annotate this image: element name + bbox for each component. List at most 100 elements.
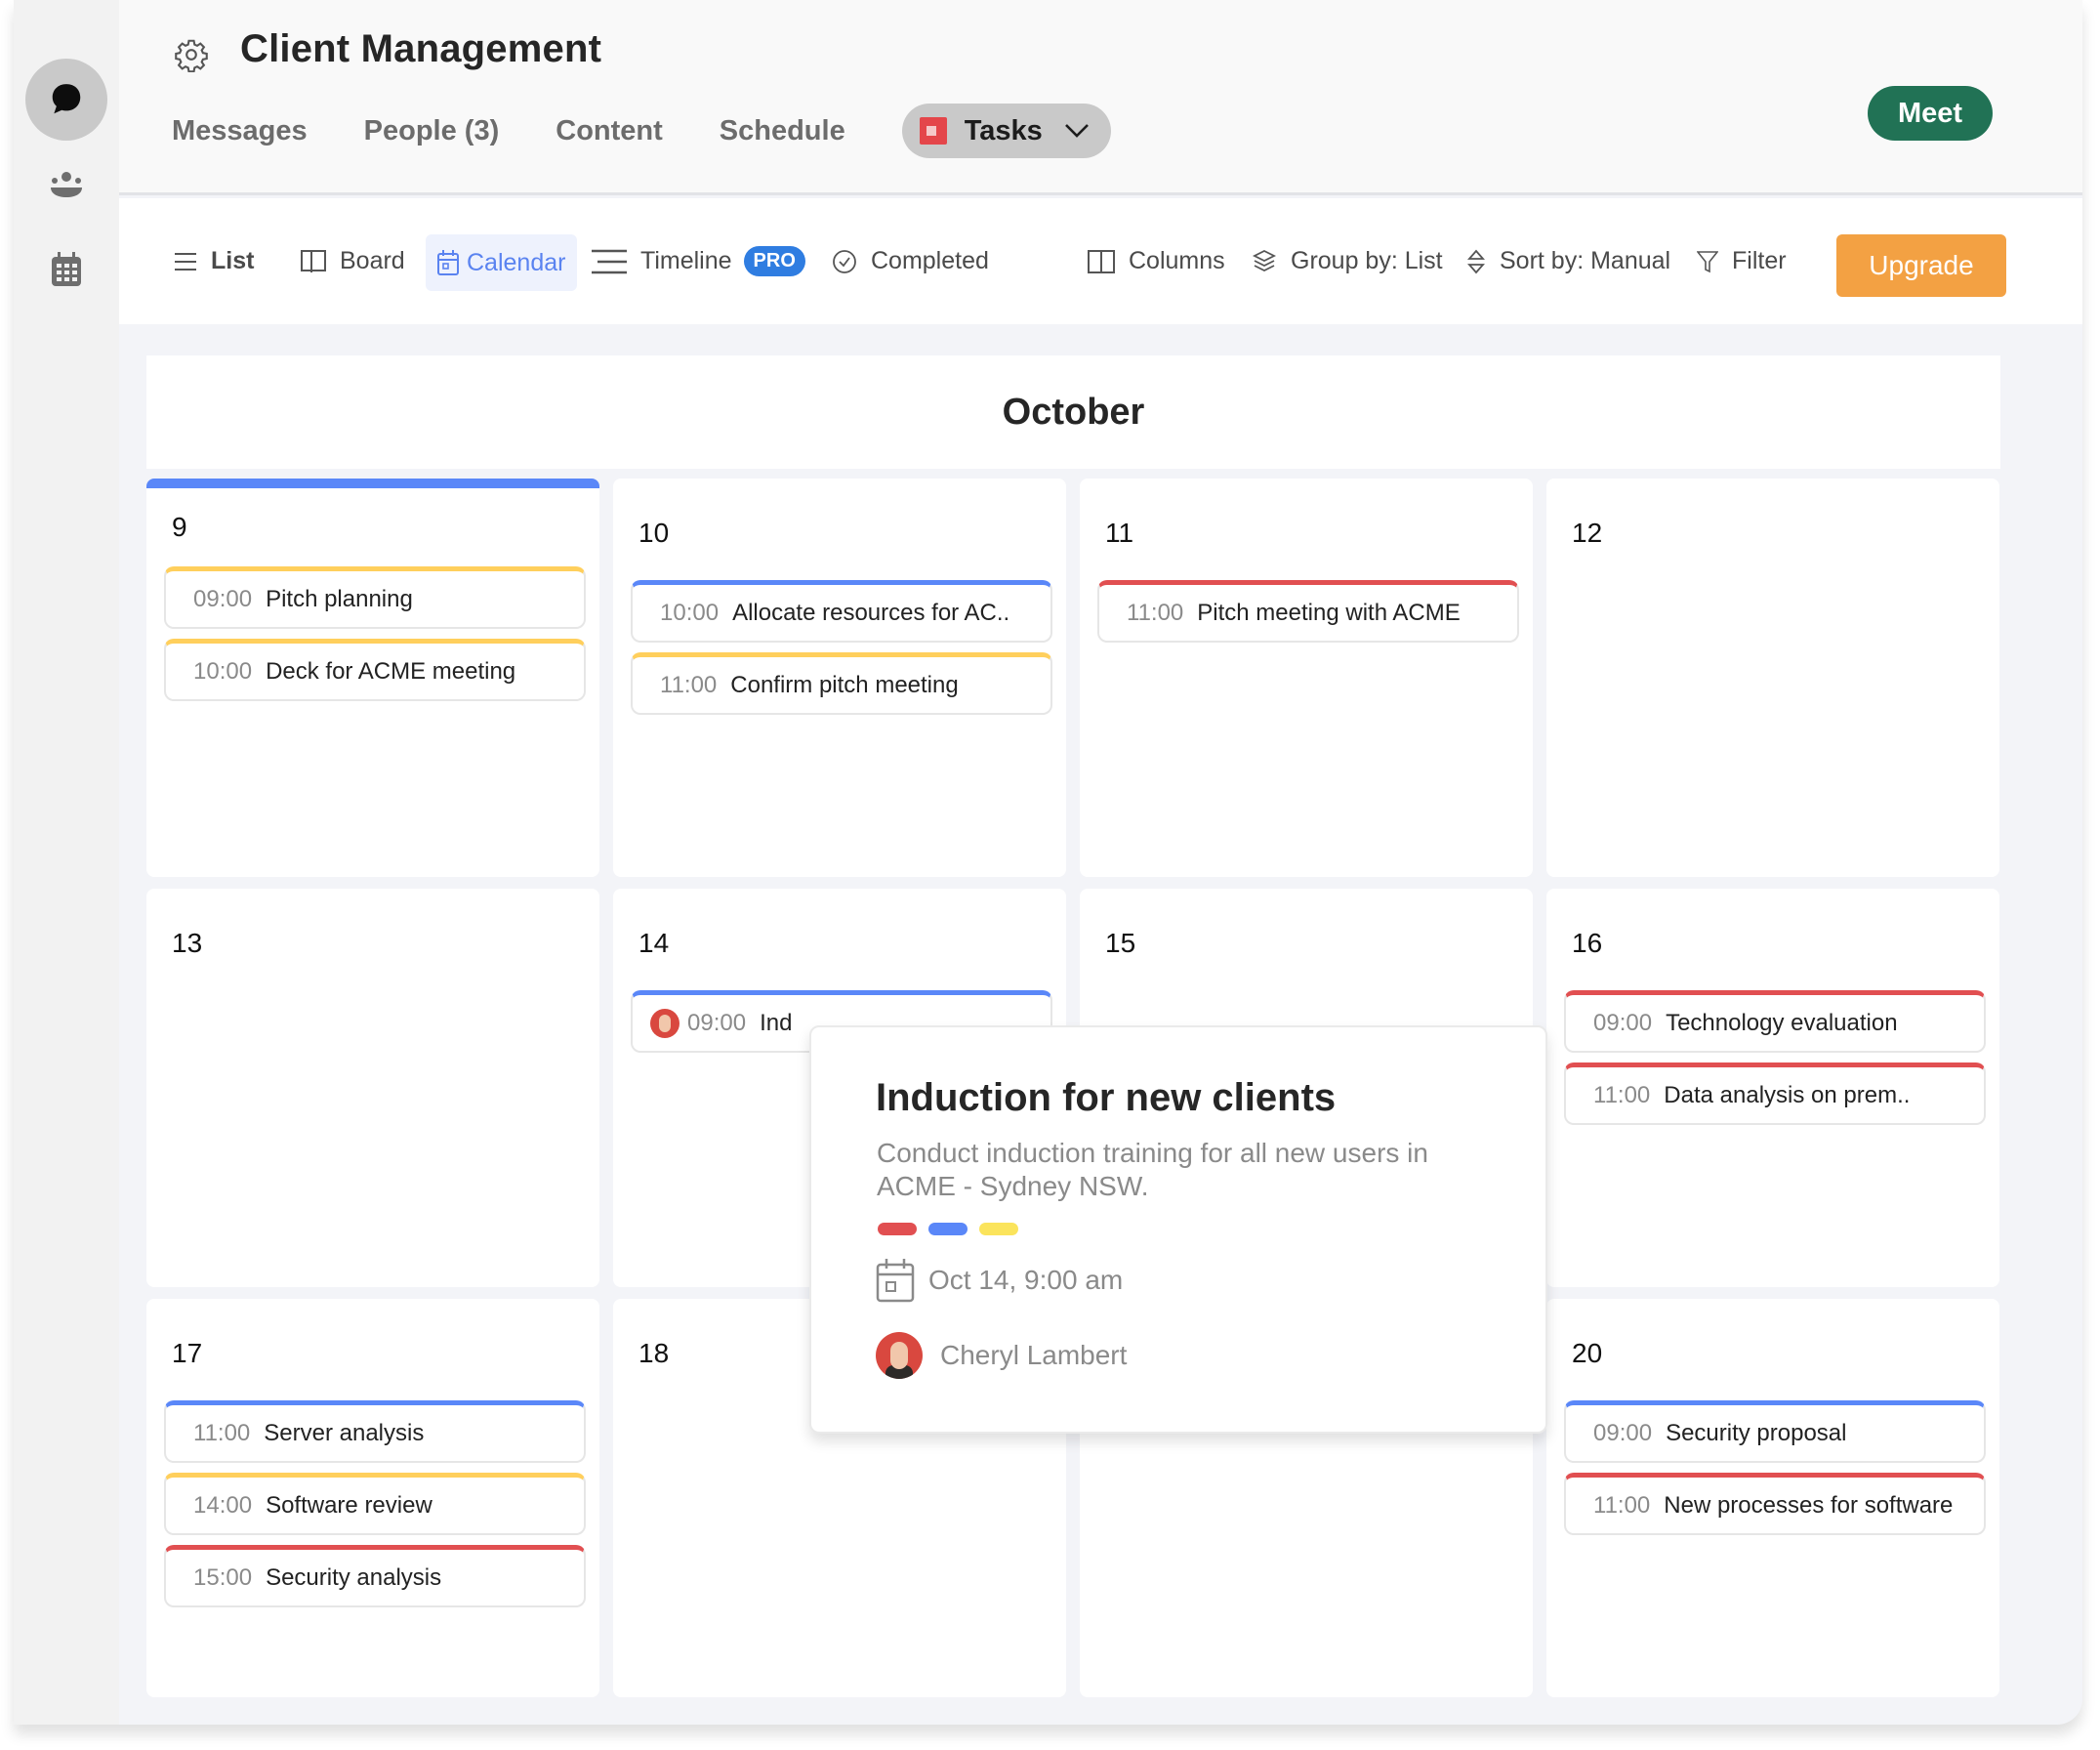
day-cell[interactable]: 12	[1546, 479, 1999, 877]
view-calendar-label: Calendar	[467, 248, 566, 276]
sort-button[interactable]: Sort by: Manual	[1466, 198, 1670, 324]
view-toolbar: List Board Calendar Timeline PRO Complet…	[119, 198, 2082, 324]
event-time: 09:00	[193, 585, 253, 612]
event-title: Pitch meeting with ACME	[1197, 599, 1461, 626]
tab-schedule[interactable]: Schedule	[720, 115, 845, 147]
sidebar-item-chat[interactable]	[25, 59, 107, 141]
event-detail-popover: Induction for new clients Conduct induct…	[809, 1025, 1547, 1434]
day-cell[interactable]: 13	[146, 889, 599, 1287]
sort-label: Sort by: Manual	[1500, 247, 1671, 274]
filter-button[interactable]: Filter	[1697, 198, 1787, 324]
tab-messages[interactable]: Messages	[172, 115, 308, 147]
view-list[interactable]: List	[174, 198, 254, 324]
view-completed[interactable]: Completed	[832, 198, 989, 324]
day-cell[interactable]: 11 11:00 Pitch meeting with ACME	[1080, 479, 1533, 877]
view-timeline-label: Timeline	[640, 247, 732, 274]
event-card[interactable]: 11:00 Data analysis on prem..	[1564, 1062, 1986, 1125]
event-time: 11:00	[193, 1419, 251, 1446]
event-card[interactable]: 11:00 New processes for software	[1564, 1473, 1986, 1535]
chevron-down-icon	[1064, 124, 1089, 138]
month-title: October	[146, 355, 2000, 469]
tab-tasks[interactable]: Tasks	[901, 104, 1111, 158]
event-time: 11:00	[660, 671, 718, 698]
popover-title: Induction for new clients	[876, 1076, 1337, 1119]
calendar-icon	[437, 250, 459, 275]
event-card[interactable]: 15:00 Security analysis	[164, 1545, 586, 1607]
day-number: 16	[1572, 928, 1603, 958]
event-title: Security analysis	[266, 1563, 442, 1591]
tag-pill	[878, 1223, 917, 1235]
sidebar-item-calendar[interactable]	[49, 250, 84, 289]
event-list: 10:00 Allocate resources for AC.. 11:00 Con…	[631, 580, 1052, 725]
calendar-grid-icon	[52, 252, 81, 286]
event-list: 11:00 Pitch meeting with ACME	[1097, 580, 1519, 652]
group-by-label: Group by: List	[1291, 247, 1443, 274]
view-board[interactable]: Board	[301, 198, 405, 324]
day-number: 17	[172, 1338, 203, 1368]
sort-icon	[1467, 249, 1485, 273]
event-card[interactable]: 11:00 Confirm pitch meeting	[631, 652, 1052, 715]
event-title: Ind	[760, 1009, 793, 1036]
sidebar	[14, 0, 119, 1725]
view-calendar[interactable]: Calendar	[426, 234, 578, 291]
event-card[interactable]: 10:00 Deck for ACME meeting	[164, 639, 586, 701]
day-cell[interactable]: 16 09:00 Technology evaluation 11:00 Data an…	[1546, 889, 1999, 1287]
event-time: 10:00	[193, 657, 253, 685]
event-card[interactable]: 09:00 Pitch planning	[164, 566, 586, 629]
event-time: 09:00	[687, 1009, 747, 1036]
header: Client Management Messages People (3) Co…	[119, 0, 2082, 195]
board-icon	[301, 249, 326, 272]
day-cell[interactable]: 17 11:00 Server analysis 14:00 Software revi…	[146, 1299, 599, 1697]
day-number: 11	[1105, 518, 1134, 548]
group-by-button[interactable]: Group by: List	[1252, 198, 1443, 324]
event-card[interactable]: 10:00 Allocate resources for AC..	[631, 580, 1052, 643]
tag-pill	[979, 1223, 1018, 1235]
day-number: 18	[638, 1338, 670, 1368]
chat-bubble-icon	[52, 84, 81, 114]
event-title: Data analysis on prem..	[1664, 1081, 1911, 1108]
columns-button[interactable]: Columns	[1088, 198, 1225, 324]
event-card[interactable]: 14:00 Software review	[164, 1473, 586, 1535]
tab-content[interactable]: Content	[556, 115, 663, 147]
day-number: 9	[172, 512, 187, 542]
event-card[interactable]: 09:00 Technology evaluation	[1564, 990, 1986, 1053]
popover-assignee-name: Cheryl Lambert	[940, 1340, 1128, 1370]
avatar	[876, 1332, 923, 1379]
meet-button[interactable]: Meet	[1868, 86, 1993, 141]
event-title: Allocate resources for AC..	[732, 599, 1010, 626]
calendar-icon	[876, 1259, 915, 1303]
view-list-label: List	[211, 247, 255, 274]
event-list: 09:00 Pitch planning 10:00 Deck for ACME me…	[164, 566, 586, 711]
popover-date: Oct 14, 9:00 am	[876, 1258, 1123, 1303]
columns-icon	[1088, 249, 1115, 273]
event-time: 09:00	[1593, 1419, 1653, 1446]
day-cell[interactable]: 20 09:00 Security proposal 11:00 New process…	[1546, 1299, 1999, 1697]
event-title: Security proposal	[1666, 1419, 1847, 1446]
event-card[interactable]: 09:00 Security proposal	[1564, 1400, 1986, 1463]
event-title: Technology evaluation	[1666, 1009, 1898, 1036]
day-number: 13	[172, 928, 203, 958]
gear-icon[interactable]	[174, 37, 209, 72]
event-card[interactable]: 11:00 Pitch meeting with ACME	[1097, 580, 1519, 643]
page-title: Client Management	[240, 27, 602, 70]
popover-assignee[interactable]: Cheryl Lambert	[876, 1332, 1127, 1379]
list-icon	[175, 252, 196, 271]
tab-people[interactable]: People (3)	[364, 115, 500, 147]
event-time: 15:00	[193, 1563, 253, 1591]
day-cell[interactable]: 9 09:00 Pitch planning 10:00 Deck for ACME m…	[146, 479, 599, 877]
view-board-label: Board	[340, 247, 405, 274]
view-timeline[interactable]: Timeline PRO	[592, 198, 805, 324]
day-number: 10	[638, 518, 670, 548]
avatar	[650, 1008, 679, 1038]
upgrade-button[interactable]: Upgrade	[1836, 234, 2006, 297]
event-title: New processes for software	[1664, 1491, 1954, 1519]
sidebar-item-people[interactable]	[47, 168, 86, 201]
event-list: 09:00 Technology evaluation 11:00 Data anal…	[1564, 990, 1986, 1135]
event-title: Server analysis	[264, 1419, 425, 1446]
event-card[interactable]: 11:00 Server analysis	[164, 1400, 586, 1463]
event-title: Pitch planning	[266, 585, 413, 612]
event-time: 11:00	[1593, 1491, 1651, 1519]
day-cell[interactable]: 10 10:00 Allocate resources for AC.. 11:00 C…	[613, 479, 1066, 877]
filter-label: Filter	[1732, 247, 1787, 274]
pro-badge: PRO	[743, 246, 805, 276]
